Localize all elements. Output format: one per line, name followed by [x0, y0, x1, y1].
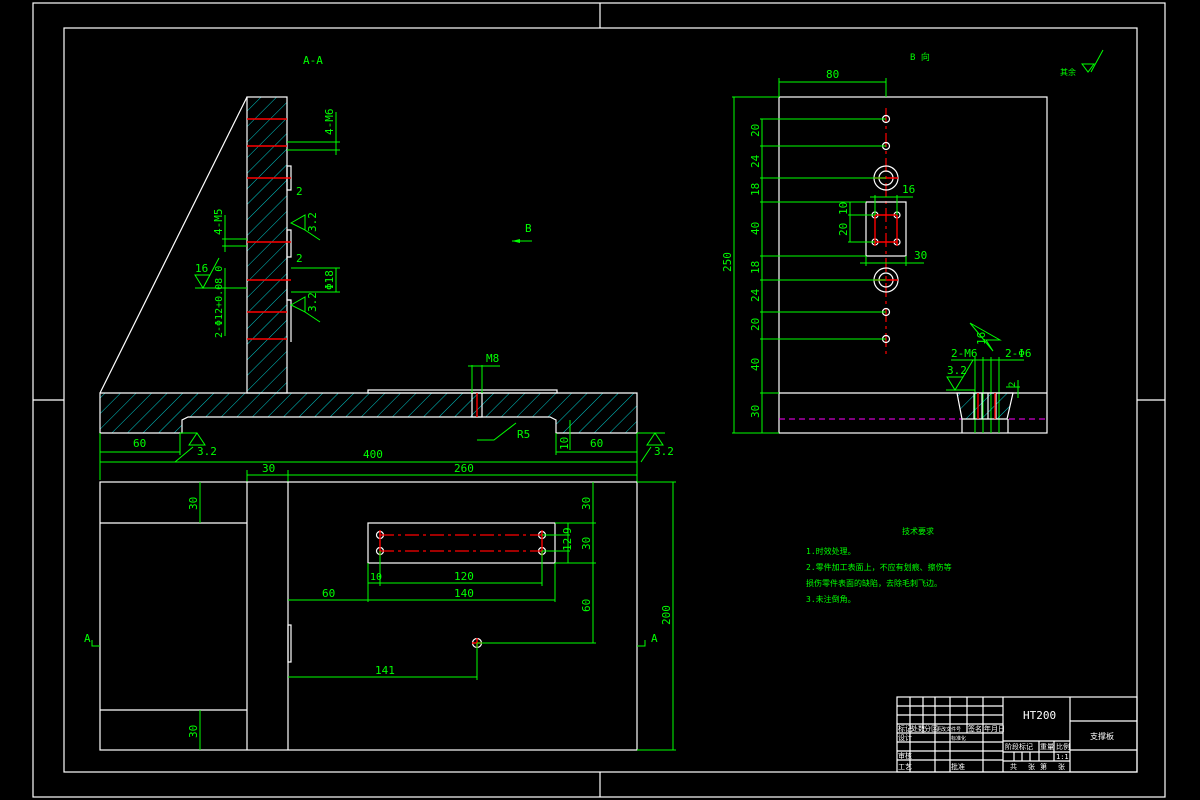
svg-text:年月日: 年月日	[984, 724, 1005, 733]
svg-text:260: 260	[454, 462, 474, 475]
svg-text:2: 2	[296, 185, 303, 198]
svg-text:30: 30	[187, 497, 200, 510]
svg-text:30: 30	[580, 537, 593, 550]
svg-text:R5: R5	[517, 428, 530, 441]
svg-text:3.2: 3.2	[306, 212, 319, 232]
svg-text:1.时效处理。: 1.时效处理。	[806, 546, 856, 556]
svg-text:工艺: 工艺	[898, 763, 912, 771]
svg-text:3.2: 3.2	[654, 445, 674, 458]
svg-text:250: 250	[721, 252, 734, 272]
svg-text:20: 20	[749, 318, 762, 331]
svg-text:24: 24	[749, 154, 762, 168]
svg-text:2: 2	[1008, 382, 1018, 387]
svg-text:1:1: 1:1	[1056, 753, 1069, 761]
svg-text:张: 张	[1028, 762, 1035, 771]
svg-text:20: 20	[749, 124, 762, 137]
svg-text:4-M6: 4-M6	[323, 109, 336, 136]
svg-text:Φ18: Φ18	[323, 270, 336, 290]
svg-text:60: 60	[590, 437, 603, 450]
svg-text:30: 30	[580, 497, 593, 510]
part-name: 支撑板	[1090, 731, 1114, 741]
svg-text:2: 2	[296, 252, 303, 265]
svg-text:30: 30	[187, 725, 200, 738]
svg-text:60: 60	[322, 587, 335, 600]
svg-text:24: 24	[749, 288, 762, 302]
title-block: HT200 支撑板 标记 处数 分区 更改文件号 签名 年月日 设计 标准化 审…	[896, 696, 1138, 773]
svg-text:损伤零件表面的缺陷，去除毛刺飞边。: 损伤零件表面的缺陷，去除毛刺飞边。	[806, 578, 942, 588]
svg-text:141: 141	[375, 664, 395, 677]
svg-text:10: 10	[370, 572, 382, 583]
svg-text:12: 12	[561, 538, 574, 551]
svg-text:标准化: 标准化	[951, 735, 966, 742]
svg-text:2.零件加工表面上，不应有划痕、擦伤等: 2.零件加工表面上，不应有划痕、擦伤等	[806, 562, 952, 572]
svg-text:审核: 审核	[898, 751, 912, 760]
svg-text:40: 40	[749, 222, 762, 235]
svg-text:共: 共	[1010, 762, 1017, 771]
svg-text:2-Φ6: 2-Φ6	[1005, 347, 1032, 360]
svg-text:9: 9	[561, 527, 574, 534]
svg-text:60: 60	[133, 437, 146, 450]
b-view: B 向 80 20 24 18 40 18 24 20 40 30 250 16…	[721, 49, 1104, 434]
svg-text:3.2: 3.2	[306, 292, 319, 312]
svg-text:16: 16	[195, 262, 208, 275]
svg-text:3.2: 3.2	[197, 445, 217, 458]
svg-text:M8: M8	[486, 352, 499, 365]
svg-text:更改文件号: 更改文件号	[936, 726, 961, 733]
svg-text:第: 第	[1040, 762, 1047, 771]
svg-text:16: 16	[975, 332, 988, 345]
svg-text:4-M5: 4-M5	[212, 209, 225, 236]
svg-text:10: 10	[558, 437, 571, 450]
svg-text:A: A	[651, 632, 658, 645]
svg-text:30: 30	[749, 405, 762, 418]
svg-text:技术要求: 技术要求	[902, 526, 934, 536]
section-title: A-A	[303, 54, 323, 67]
svg-text:A: A	[84, 632, 91, 645]
material: HT200	[1023, 709, 1056, 722]
svg-text:签名: 签名	[968, 724, 982, 733]
svg-text:3.未注倒角。: 3.未注倒角。	[806, 594, 856, 604]
technical-requirements: 技术要求 1.时效处理。 2.零件加工表面上，不应有划痕、擦伤等 损伤零件表面的…	[806, 526, 952, 604]
svg-text:张: 张	[1058, 762, 1065, 771]
svg-text:重量: 重量	[1040, 743, 1054, 751]
svg-text:60: 60	[580, 599, 593, 612]
svg-text:400: 400	[363, 448, 383, 461]
svg-text:80: 80	[826, 68, 839, 81]
svg-text:200: 200	[660, 605, 673, 625]
svg-text:3.2: 3.2	[947, 364, 967, 377]
svg-text:标记: 标记	[898, 724, 912, 733]
svg-text:2-Φ12+0.08 0: 2-Φ12+0.08 0	[214, 266, 225, 338]
svg-text:18: 18	[749, 183, 762, 196]
section-view-a-a: A-A 4-M6 2 3.2 4-M5 2 Φ18 16 2-Φ12+0.08 …	[99, 54, 674, 482]
top-view: 30 30 30 9 12 30 10 120 60 140 60 141 20…	[84, 481, 676, 751]
svg-text:10: 10	[837, 202, 850, 215]
svg-text:30: 30	[262, 462, 275, 475]
svg-text:设计: 设计	[898, 733, 912, 742]
svg-text:B 向: B 向	[910, 51, 930, 63]
svg-text:18: 18	[749, 261, 762, 274]
svg-text:40: 40	[749, 358, 762, 371]
cad-drawing: A-A 4-M6 2 3.2 4-M5 2 Φ18 16 2-Φ12+0.08 …	[32, 2, 1166, 798]
svg-text:30: 30	[914, 249, 927, 262]
svg-text:16: 16	[902, 183, 915, 196]
svg-text:批准: 批准	[951, 762, 965, 771]
surface-note: 其余	[1060, 67, 1076, 77]
svg-text:120: 120	[454, 570, 474, 583]
svg-text:阶段标记: 阶段标记	[1005, 742, 1033, 751]
svg-text:20: 20	[837, 223, 850, 236]
svg-text:比例: 比例	[1056, 742, 1070, 751]
svg-text:140: 140	[454, 587, 474, 600]
view-arrow-b: B	[525, 222, 532, 235]
svg-text:2-M6: 2-M6	[951, 347, 978, 360]
svg-text:处数: 处数	[911, 724, 925, 733]
